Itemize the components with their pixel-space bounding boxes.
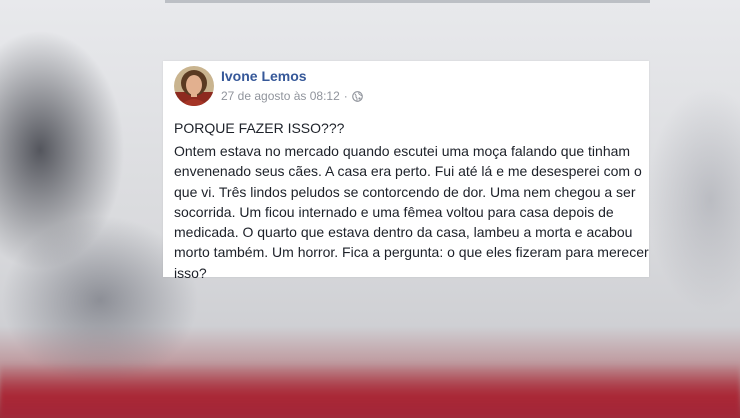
author-name-link[interactable]: Ivone Lemos (221, 68, 307, 84)
post-body: Ontem estava no mercado quando escutei u… (174, 141, 649, 283)
facebook-post-card: Ivone Lemos 27 de agosto às 08:12 · PORQ… (163, 61, 649, 281)
background-red-band (0, 363, 740, 418)
post-body-line: Ontem estava no mercado quando escutei u… (174, 143, 631, 159)
post-body-line: socorrida. Um ficou internado e uma fême… (174, 203, 614, 220)
post-headline: PORQUE FAZER ISSO??? (174, 120, 345, 136)
post-body-line: morto também. Um horror. Fica a pergunta… (174, 244, 649, 261)
globe-icon[interactable] (351, 90, 363, 102)
post-timestamp[interactable]: 27 de agosto às 08:12 (221, 89, 340, 103)
background-strip (165, 0, 650, 3)
post-body-line: medicada. O quarto que estava dentro da … (174, 224, 633, 241)
avatar-photo (174, 66, 214, 106)
avatar[interactable] (174, 66, 214, 106)
post-body-line: envenenado seus cães. A casa era perto. … (174, 163, 642, 180)
post-body-line: isso? (174, 264, 207, 281)
post-meta: 27 de agosto às 08:12 · (221, 89, 363, 103)
post-body-line: que vi. Três lindos peludos se contorcen… (174, 183, 636, 200)
meta-separator: · (343, 89, 348, 103)
